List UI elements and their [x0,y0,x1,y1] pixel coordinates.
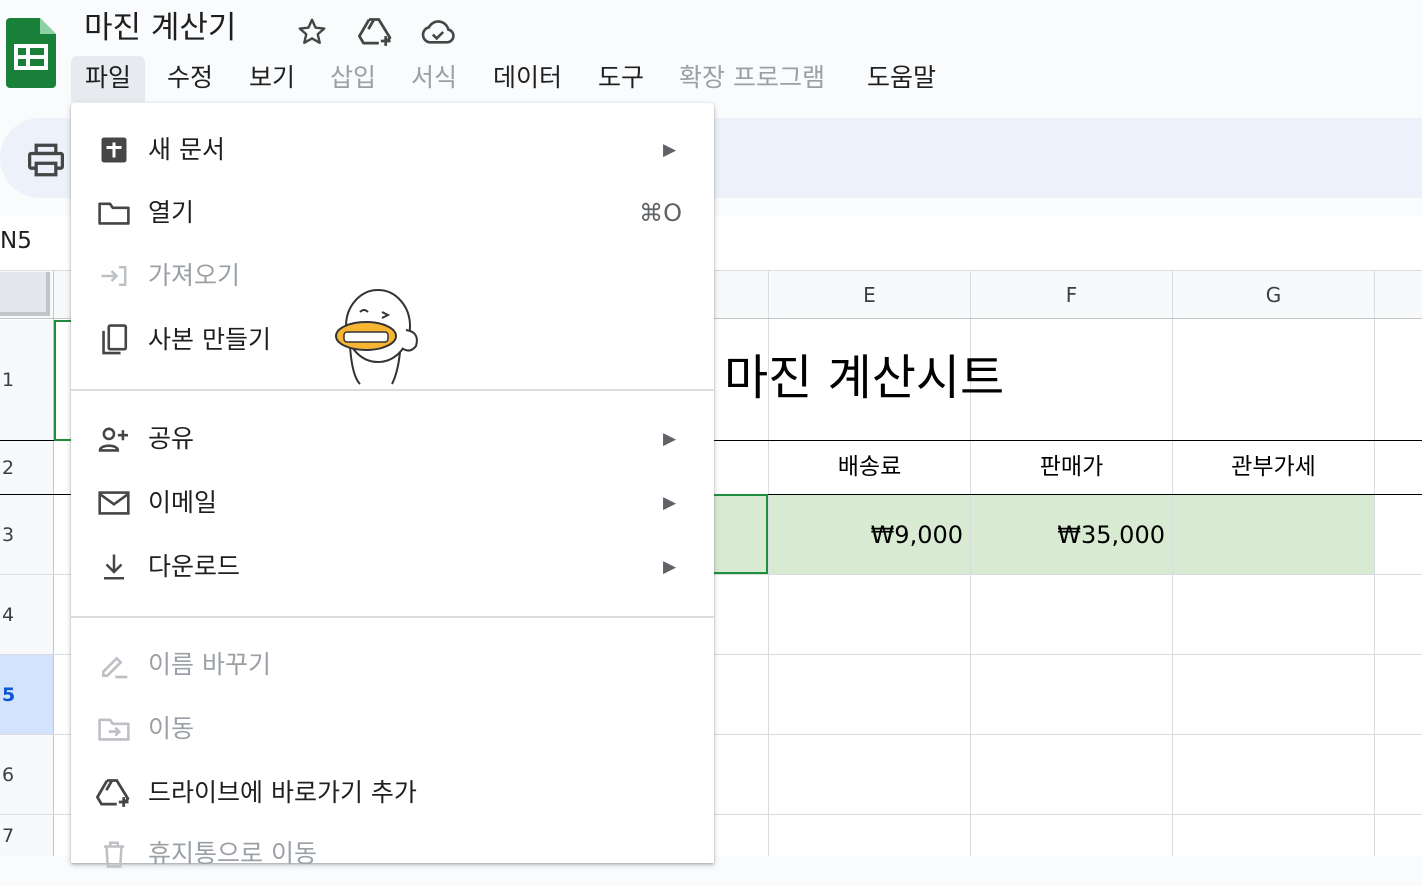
cell-g3[interactable] [1173,496,1374,574]
menu-item-label: 사본 만들기 [148,325,271,354]
sheets-logo-icon[interactable] [6,18,56,88]
menu-item-open[interactable]: 열기 ⌘O [71,181,714,245]
merged-cell-outline [54,320,72,441]
submenu-arrow-icon: ▶ [663,429,677,449]
row-header-4[interactable]: 4 [0,575,53,654]
menu-item-label: 공유 [148,424,195,453]
menu-divider [71,389,714,391]
column-header-f[interactable]: F [971,272,1172,318]
sheet-title-cell[interactable]: 마진 계산시트 [724,348,1004,408]
column-header-g[interactable]: G [1173,272,1374,318]
download-icon [95,549,133,585]
row-header-1[interactable]: 1 [0,320,53,440]
menu-item-label: 다운로드 [148,552,241,581]
menu-extensions[interactable]: 확장 프로그램 [665,56,839,102]
cell-e3[interactable]: ₩9,000 [769,496,970,574]
duck-sticker-icon [330,286,430,386]
row-header-5[interactable]: 5 [0,655,53,734]
submenu-arrow-icon: ▶ [663,140,677,160]
column-header-e[interactable]: E [769,272,970,318]
menu-item-trash[interactable]: 휴지통으로 이동 [71,822,714,886]
menu-item-share[interactable]: 공유 ▶ [71,407,714,471]
menu-tools[interactable]: 도구 [584,56,658,102]
menu-view[interactable]: 보기 [235,56,309,102]
cell-header-price[interactable]: 판매가 [971,441,1172,494]
cell-header-duty[interactable]: 관부가세 [1173,441,1374,494]
import-icon [95,258,133,294]
menu-item-label: 이동 [148,714,195,743]
star-icon[interactable] [294,14,330,50]
menu-item-label: 드라이브에 바로가기 추가 [148,778,417,807]
drive-add-icon [95,775,133,811]
document-title[interactable]: 마진 계산기 [84,6,236,50]
menu-item-label: 가져오기 [148,261,241,290]
copy-icon [95,322,133,358]
submenu-arrow-icon: ▶ [663,557,677,577]
menu-edit[interactable]: 수정 [153,56,227,102]
menu-item-label: 휴지통으로 이동 [148,839,317,868]
email-icon [95,485,133,521]
rename-pencil-icon [95,647,133,683]
new-document-icon [95,132,133,168]
menu-help[interactable]: 도움말 [853,56,950,102]
name-box[interactable]: N5 [0,228,32,254]
menu-item-new[interactable]: 새 문서 ▶ [71,118,714,182]
row-header-3[interactable]: 3 [0,495,53,574]
menu-insert[interactable]: 삽입 [316,56,390,102]
cloud-saved-icon[interactable] [420,14,456,50]
row-header-6[interactable]: 6 [0,735,53,814]
menu-item-label: 새 문서 [148,135,225,164]
menu-item-move[interactable]: 이동 [71,697,714,761]
share-person-icon [95,421,133,457]
menu-file[interactable]: 파일 [71,56,146,102]
submenu-arrow-icon: ▶ [663,493,677,513]
menu-format[interactable]: 서식 [397,56,471,102]
shortcut-hint: ⌘O [639,199,682,227]
cell-f3[interactable]: ₩35,000 [971,496,1172,574]
grid-line [1374,270,1375,856]
row-header-2[interactable]: 2 [0,441,53,494]
menu-data[interactable]: 데이터 [479,56,576,102]
menu-item-label: 이메일 [148,488,218,517]
move-to-drive-icon[interactable] [358,14,394,50]
menu-item-add-shortcut[interactable]: 드라이브에 바로가기 추가 [71,761,714,825]
select-all-corner[interactable] [0,272,50,316]
menu-divider [71,616,714,618]
menu-item-label: 열기 [148,198,195,227]
print-icon[interactable] [26,142,66,178]
move-folder-icon [95,711,133,747]
menu-item-rename[interactable]: 이름 바꾸기 [71,633,714,697]
cell-header-shipping[interactable]: 배송료 [769,441,970,494]
menu-item-label: 이름 바꾸기 [148,650,271,679]
folder-icon [95,195,133,231]
cell-selection-outline [714,494,768,574]
row-header-7[interactable]: 7 [0,815,53,856]
menu-item-email[interactable]: 이메일 ▶ [71,471,714,535]
menu-item-download[interactable]: 다운로드 ▶ [71,535,714,599]
trash-icon [95,836,133,872]
